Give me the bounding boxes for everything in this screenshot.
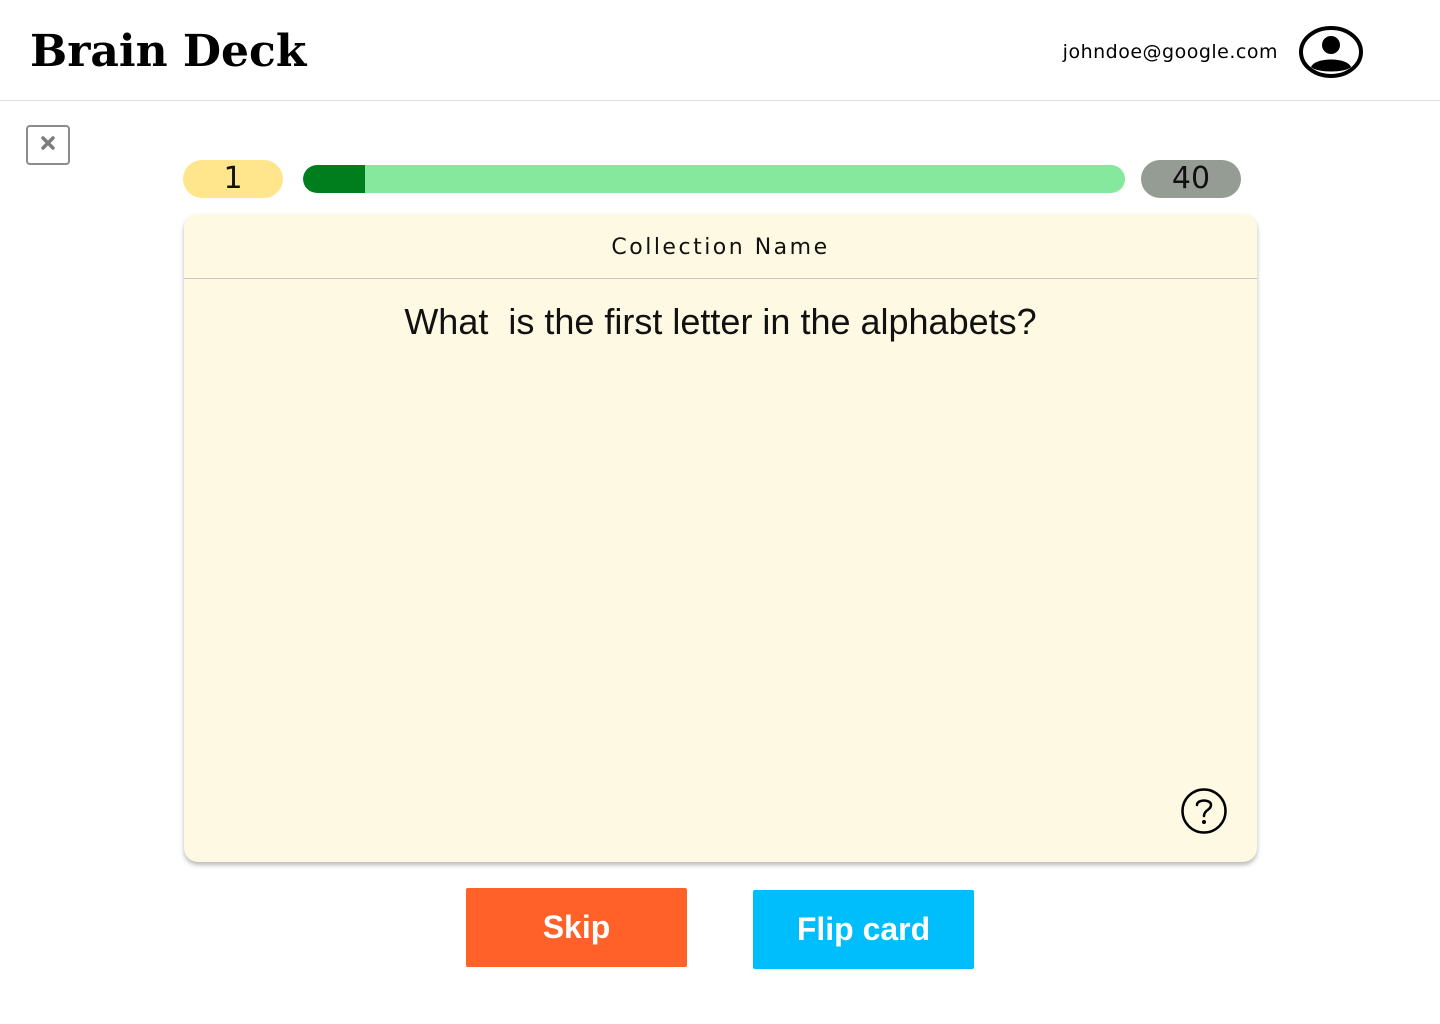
flashcard: Collection Name What is the first letter… — [184, 214, 1257, 862]
progress-bar — [303, 165, 1125, 193]
collection-name: Collection Name — [611, 234, 830, 260]
user-email: johndoe@google.com — [1062, 41, 1278, 63]
progress-fill — [303, 165, 365, 193]
app-logo[interactable]: Brain Deck — [30, 24, 306, 80]
card-header: Collection Name — [184, 214, 1257, 279]
flip-card-button[interactable]: Flip card — [753, 890, 974, 969]
close-button[interactable] — [26, 125, 70, 165]
close-icon — [40, 135, 56, 156]
current-card-counter: 1 — [183, 160, 283, 198]
total-card-counter: 40 — [1141, 160, 1241, 198]
app-header: Brain Deck johndoe@google.com — [0, 0, 1440, 101]
question-circle-icon[interactable] — [1180, 787, 1228, 835]
user-circle-icon[interactable] — [1299, 26, 1363, 78]
card-question: What is the first letter in the alphabet… — [404, 301, 1037, 342]
skip-button[interactable]: Skip — [466, 888, 687, 967]
